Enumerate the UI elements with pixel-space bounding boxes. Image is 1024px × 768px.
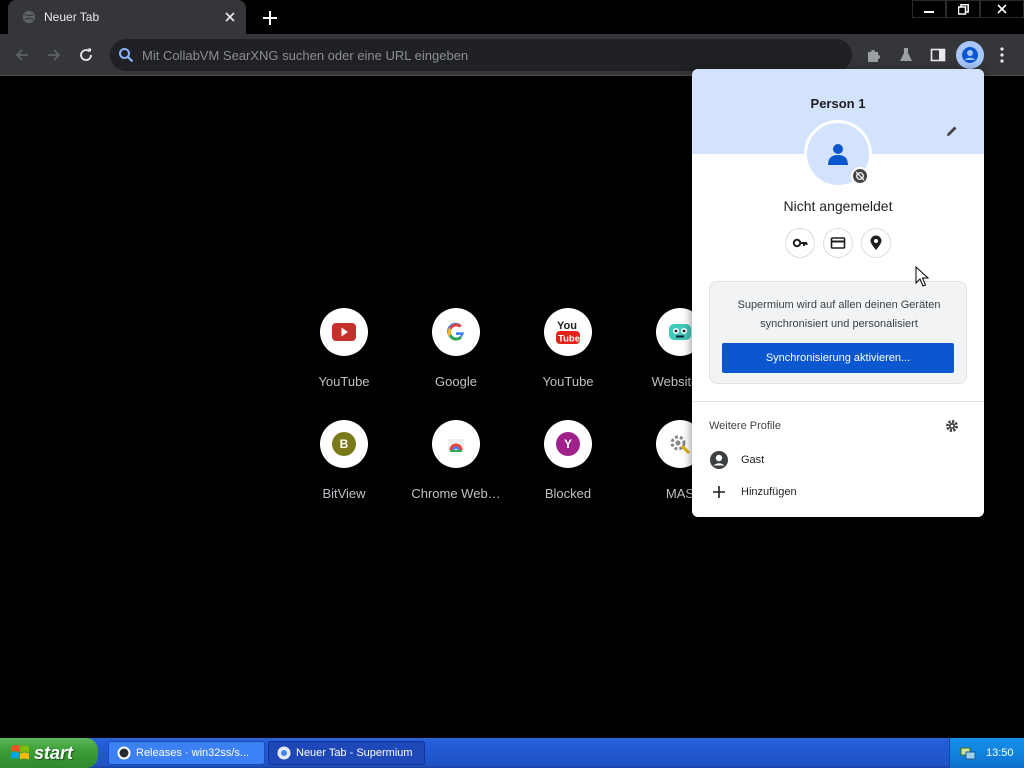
passwords-key-icon[interactable] (785, 228, 815, 258)
network-icon[interactable] (960, 745, 976, 761)
shortcut-tile[interactable]: YouTube (288, 308, 400, 389)
profile-avatar-button[interactable] (956, 41, 984, 69)
shortcut-tile[interactable]: You Tube YouTube (512, 308, 624, 389)
add-profile-item[interactable]: Hinzufügen (708, 479, 968, 505)
task-label: Releases · win32ss/s... (136, 747, 250, 759)
extensions-puzzle-icon[interactable] (862, 43, 886, 67)
shortcut-label: Chrome Web… (411, 486, 501, 501)
new-tab-button[interactable] (258, 6, 282, 30)
github-icon (117, 746, 131, 760)
edit-pencil-icon[interactable] (942, 121, 962, 141)
clock: 13:50 (986, 747, 1014, 759)
start-button[interactable]: start (0, 738, 98, 768)
system-tray: 13:50 (949, 738, 1024, 768)
shortcut-label: YouTube (542, 374, 594, 389)
youtube-play-icon (320, 308, 368, 356)
sign-in-status: Nicht angemeldet (783, 198, 893, 214)
shortcut-letter: Y (556, 432, 580, 456)
svg-text:Tube: Tube (558, 334, 580, 345)
tab-neuer-tab[interactable]: Neuer Tab (8, 0, 246, 34)
mouse-cursor-icon (915, 266, 929, 287)
chrome-webstore-icon (432, 420, 480, 468)
enable-sync-button[interactable]: Synchronisierung aktivieren... (722, 343, 954, 373)
taskbar: start Releases · win32ss/s... Neuer Tab … (0, 738, 1024, 768)
windows-flag-icon (11, 745, 29, 760)
restore-button[interactable] (946, 0, 980, 18)
gear-icon[interactable] (943, 417, 961, 435)
sync-description: Supermium wird auf allen deinen Geräten … (737, 299, 941, 330)
taskbar-task[interactable]: Releases · win32ss/s... (108, 741, 265, 765)
shortcut-label: BitView (322, 486, 366, 501)
back-arrow-icon[interactable] (10, 43, 34, 67)
globe-icon (22, 10, 36, 24)
supermium-icon (277, 746, 291, 760)
person-icon (828, 144, 848, 165)
location-pin-icon[interactable] (861, 228, 891, 258)
menu-kebab-icon[interactable] (990, 43, 1014, 67)
youtube-logo-icon: You Tube (544, 308, 592, 356)
sync-off-icon (851, 167, 869, 185)
tab-close-icon[interactable] (220, 7, 240, 27)
shortcut-tile[interactable]: Chrome Web… (400, 420, 512, 501)
account-circle-icon (708, 449, 730, 471)
omnibox[interactable] (110, 39, 852, 71)
sync-promo: Supermium wird auf allen deinen Geräten … (709, 281, 967, 384)
tab-title: Neuer Tab (44, 10, 100, 24)
tab-strip: Neuer Tab (0, 0, 1024, 34)
svg-text:You: You (557, 320, 577, 332)
screen: Neuer Tab Mit CollabVM SearXNG suchen od… (0, 0, 1024, 768)
google-g-icon (432, 308, 480, 356)
shortcut-label: YouTube (318, 374, 370, 389)
guest-profile-item[interactable]: Gast (708, 447, 968, 473)
minimize-button[interactable] (912, 0, 946, 18)
start-label: start (34, 742, 74, 763)
search-icon (119, 48, 134, 63)
shortcut-label: Google (435, 374, 477, 389)
omnibox-input[interactable] (142, 45, 802, 65)
shortcut-label: Blocked (544, 486, 592, 501)
profile-menu: Person 1 Nicht angemeldet Supermium wird… (692, 69, 984, 517)
payment-card-icon[interactable] (823, 228, 853, 258)
forward-arrow-icon[interactable] (42, 43, 66, 67)
shortcut-tile[interactable]: Y Blocked (512, 420, 624, 501)
divider (692, 401, 984, 402)
profile-name: Person 1 (810, 96, 866, 111)
other-profiles-heading: Weitere Profile (709, 420, 781, 432)
task-label: Neuer Tab - Supermium (296, 747, 413, 759)
add-profile-label: Hinzufügen (741, 486, 797, 498)
taskbar-task[interactable]: Neuer Tab - Supermium (268, 741, 425, 765)
guest-label: Gast (741, 454, 765, 466)
window-close-button[interactable] (980, 0, 1024, 18)
shortcut-letter: B (332, 432, 356, 456)
letter-y-icon: Y (544, 420, 592, 468)
side-panel-icon[interactable] (926, 43, 950, 67)
person-icon (962, 47, 978, 63)
labs-flask-icon[interactable] (894, 43, 918, 67)
window-controls (912, 0, 1024, 18)
shortcut-tile[interactable]: B BitView (288, 420, 400, 501)
plus-icon (708, 481, 730, 503)
shortcut-tile[interactable]: Google (400, 308, 512, 389)
letter-b-icon: B (320, 420, 368, 468)
reload-icon[interactable] (74, 43, 98, 67)
